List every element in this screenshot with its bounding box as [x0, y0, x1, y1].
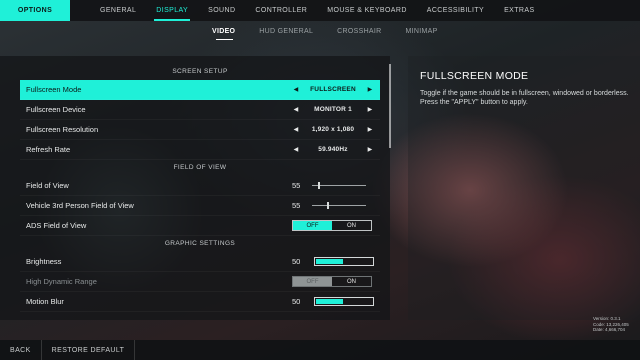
arrow-right-icon[interactable]: ▶: [366, 126, 374, 133]
section-header-field-of-view: FIELD OF VIEW: [173, 163, 227, 171]
brightness-bar-fill: [316, 259, 343, 264]
version-info: Version: 0.3.1 Code: 13,226,405 Date: 4,…: [593, 316, 629, 333]
setting-ads-fov[interactable]: ADS Field of View OFF ON: [20, 216, 380, 236]
fullscreen-resolution-selector[interactable]: ◀ 1,920 x 1,080 ▶: [292, 126, 374, 133]
tab-accessibility[interactable]: ACCESSIBILITY: [417, 0, 494, 21]
ads-fov-toggle[interactable]: OFF ON: [292, 220, 372, 231]
arrow-left-icon[interactable]: ◀: [292, 86, 300, 93]
options-title: OPTIONS: [0, 0, 70, 21]
tab-mouse-keyboard[interactable]: MOUSE & KEYBOARD: [317, 0, 417, 21]
tab-extras[interactable]: EXTRAS: [494, 0, 544, 21]
setting-label: ADS Field of View: [26, 221, 87, 230]
arrow-right-icon[interactable]: ▶: [366, 86, 374, 93]
section-header-screen-setup: SCREEN SETUP: [172, 67, 228, 75]
tab-sound[interactable]: SOUND: [198, 0, 245, 21]
setting-label: Brightness: [26, 257, 62, 266]
toggle-on-option: ON: [347, 278, 356, 285]
motion-blur-value: 50: [292, 297, 301, 306]
section-header-graphic-settings: GRAPHIC SETTINGS: [164, 239, 236, 247]
arrow-left-icon[interactable]: ◀: [292, 146, 300, 153]
date-text: Date: 4,666,704: [593, 327, 626, 332]
arrow-right-icon[interactable]: ▶: [366, 146, 374, 153]
motion-blur-bar-fill: [316, 299, 343, 304]
arrow-left-icon[interactable]: ◀: [292, 106, 300, 113]
toggle-on-option[interactable]: ON: [332, 221, 371, 230]
vehicle-fov-slider[interactable]: [312, 202, 366, 209]
fov-slider[interactable]: [312, 182, 366, 189]
subtab-minimap[interactable]: MINIMAP: [394, 24, 450, 38]
arrow-right-icon[interactable]: ▶: [366, 106, 374, 113]
setting-label: Motion Blur: [26, 297, 64, 306]
setting-vehicle-fov[interactable]: Vehicle 3rd Person Field of View 55: [20, 196, 380, 216]
selector-value: 59.940Hz: [318, 146, 348, 153]
settings-scrollbar[interactable]: [389, 64, 391, 148]
restore-default-button[interactable]: RESTORE DEFAULT: [42, 340, 136, 360]
setting-refresh-rate[interactable]: Refresh Rate ◀ 59.940Hz ▶: [20, 140, 380, 160]
tab-general[interactable]: GENERAL: [90, 0, 146, 21]
bottom-bar: BACK RESTORE DEFAULT: [0, 340, 640, 360]
setting-hdr: High Dynamic Range OFF ON: [20, 272, 380, 292]
settings-list: SCREEN SETUP Fullscreen Mode ◀ FULLSCREE…: [0, 56, 390, 320]
subtab-hud-general[interactable]: HUD GENERAL: [247, 24, 325, 38]
main-tabs: GENERAL DISPLAY SOUND CONTROLLER MOUSE &…: [90, 0, 545, 21]
vehicle-fov-value: 55: [292, 201, 301, 210]
setting-fullscreen-resolution[interactable]: Fullscreen Resolution ◀ 1,920 x 1,080 ▶: [20, 120, 380, 140]
motion-blur-bar[interactable]: [314, 297, 374, 306]
setting-label: Fullscreen Device: [26, 105, 86, 114]
setting-field-of-view[interactable]: Field of View 55: [20, 176, 380, 196]
setting-label: Field of View: [26, 181, 69, 190]
tab-controller[interactable]: CONTROLLER: [245, 0, 317, 21]
fullscreen-device-selector[interactable]: ◀ MONITOR 1 ▶: [292, 106, 374, 113]
refresh-rate-selector[interactable]: ◀ 59.940Hz ▶: [292, 146, 374, 153]
setting-label: High Dynamic Range: [26, 277, 97, 286]
setting-brightness[interactable]: Brightness 50: [20, 252, 380, 272]
selector-value: 1,920 x 1,080: [311, 126, 355, 133]
fov-slider-knob[interactable]: [318, 182, 321, 189]
info-panel: FULLSCREEN MODE Toggle if the game shoul…: [408, 56, 640, 320]
arrow-left-icon[interactable]: ◀: [292, 126, 300, 133]
setting-motion-blur[interactable]: Motion Blur 50: [20, 292, 380, 312]
toggle-off-option: OFF: [293, 277, 332, 286]
setting-label: Refresh Rate: [26, 145, 71, 154]
info-title: FULLSCREEN MODE: [420, 70, 529, 82]
setting-fullscreen-device[interactable]: Fullscreen Device ◀ MONITOR 1 ▶: [20, 100, 380, 120]
brightness-value: 50: [292, 257, 301, 266]
selector-value: FULLSCREEN: [310, 86, 356, 93]
sub-tabs: VIDEO HUD GENERAL CROSSHAIR MINIMAP: [200, 24, 450, 40]
selector-value: MONITOR 1: [314, 106, 352, 113]
setting-label: Fullscreen Mode: [26, 85, 82, 94]
tab-display[interactable]: DISPLAY: [146, 0, 198, 21]
fov-value: 55: [292, 181, 301, 190]
top-tab-bar: OPTIONS GENERAL DISPLAY SOUND CONTROLLER…: [0, 0, 640, 21]
setting-label: Vehicle 3rd Person Field of View: [26, 201, 134, 210]
info-description: Toggle if the game should be in fullscre…: [420, 90, 629, 106]
subtab-video[interactable]: VIDEO: [200, 24, 247, 40]
back-button[interactable]: BACK: [0, 340, 42, 360]
hdr-toggle: OFF ON: [292, 276, 372, 287]
setting-label: Fullscreen Resolution: [26, 125, 99, 134]
vehicle-fov-slider-knob[interactable]: [327, 202, 330, 209]
toggle-off-option[interactable]: OFF: [293, 221, 332, 230]
fullscreen-mode-selector[interactable]: ◀ FULLSCREEN ▶: [292, 86, 374, 93]
brightness-bar[interactable]: [314, 257, 374, 266]
setting-fullscreen-mode[interactable]: Fullscreen Mode ◀ FULLSCREEN ▶: [20, 80, 380, 100]
subtab-crosshair[interactable]: CROSSHAIR: [325, 24, 393, 38]
